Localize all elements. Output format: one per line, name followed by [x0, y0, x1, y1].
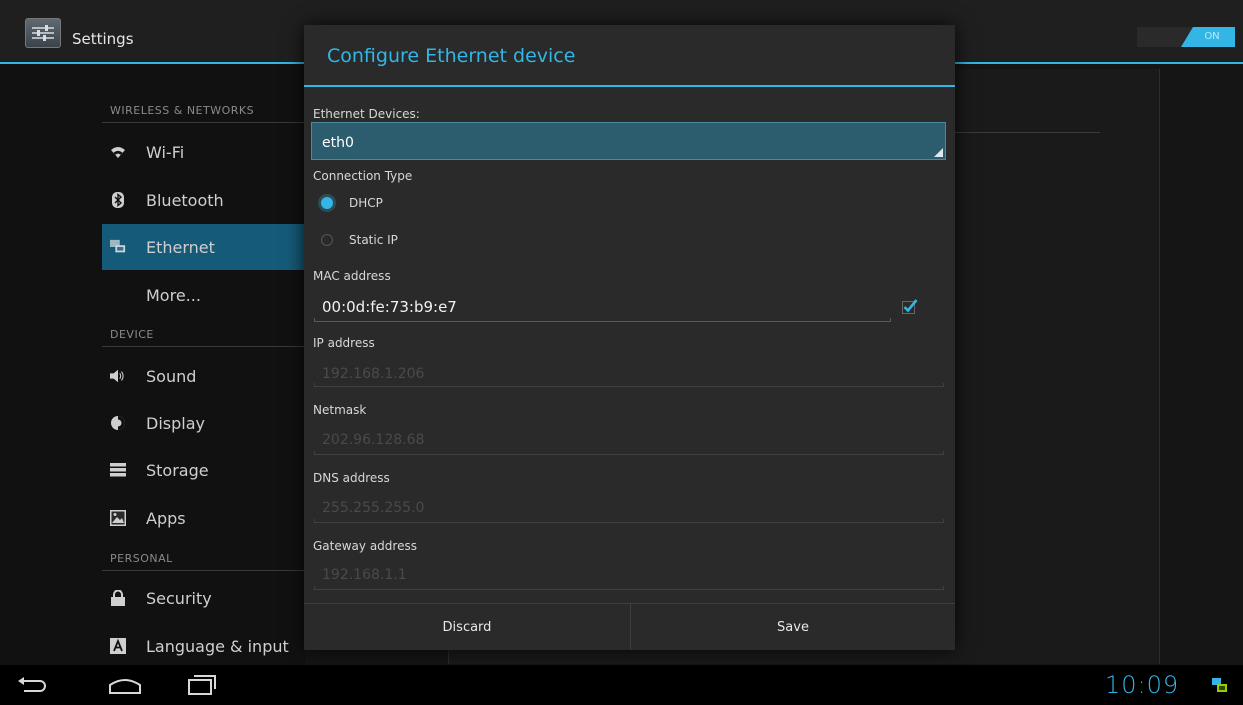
bluetooth-icon	[110, 192, 126, 208]
settings-app-icon[interactable]	[25, 18, 61, 48]
title-divider	[304, 85, 955, 87]
netmask-label: Netmask	[313, 403, 367, 417]
sidebar-item-sound[interactable]: Sound	[102, 353, 305, 399]
checkmark-icon	[902, 299, 918, 314]
apps-icon	[110, 510, 126, 526]
sliders-icon	[32, 25, 54, 41]
divider	[102, 570, 305, 571]
ethernet-device-spinner[interactable]: eth0	[311, 122, 946, 160]
clock[interactable]: 10:09	[1105, 671, 1179, 699]
sidebar-item-label: Sound	[146, 366, 197, 386]
discard-button[interactable]: Discard	[304, 604, 630, 650]
dropdown-arrow-icon	[934, 148, 943, 157]
gateway-address-input[interactable]: 192.168.1.1	[322, 567, 407, 583]
ethernet-status-icon[interactable]	[1212, 678, 1228, 698]
app-title: Settings	[72, 30, 134, 48]
recent-apps-icon	[188, 675, 216, 695]
ip-address-label: IP address	[313, 336, 375, 350]
input-underline	[314, 451, 944, 455]
settings-list: WIRELESS & NETWORKS Wi-Fi Bluetooth Ethe…	[0, 64, 305, 665]
connection-type-label: Connection Type	[313, 169, 413, 183]
ip-address-input[interactable]: 192.168.1.206	[322, 366, 424, 382]
sidebar-item-label: Display	[146, 413, 205, 433]
mac-address-input[interactable]: 00:0d:fe:73:b9:e7	[322, 298, 457, 316]
back-button[interactable]	[16, 673, 48, 701]
radio-dhcp[interactable]: DHCP	[321, 193, 383, 213]
toggle-on-label: ON	[1181, 27, 1235, 47]
sidebar-item-label: Security	[146, 588, 212, 608]
sidebar-item-wifi[interactable]: Wi-Fi	[102, 129, 305, 175]
save-button[interactable]: Save	[631, 604, 955, 650]
storage-icon	[110, 462, 126, 478]
input-underline	[314, 383, 944, 387]
mac-address-label: MAC address	[313, 269, 391, 283]
input-underline	[314, 586, 944, 590]
sidebar-item-label: Apps	[146, 508, 186, 528]
divider	[950, 132, 1100, 133]
sidebar-item-label: Ethernet	[146, 237, 215, 257]
radio-unchecked-icon	[321, 234, 333, 246]
configure-ethernet-dialog: Configure Ethernet device Ethernet Devic…	[304, 25, 955, 650]
sidebar-item-ethernet[interactable]: Ethernet	[102, 224, 305, 270]
radio-checked-icon	[321, 197, 333, 209]
sidebar-item-label: Bluetooth	[146, 190, 224, 210]
dns-address-label: DNS address	[313, 471, 390, 485]
sidebar-item-language[interactable]: Language & input	[102, 623, 305, 669]
sidebar-item-apps[interactable]: Apps	[102, 495, 305, 541]
sidebar-item-storage[interactable]: Storage	[102, 447, 305, 493]
mac-address-checkbox[interactable]	[902, 298, 918, 314]
section-header-wireless: WIRELESS & NETWORKS	[110, 104, 255, 117]
ethernet-icon	[110, 239, 126, 255]
netmask-input[interactable]: 202.96.128.68	[322, 432, 424, 448]
lock-icon	[110, 590, 126, 606]
sidebar-item-label: Wi-Fi	[146, 142, 185, 162]
radio-static-ip[interactable]: Static IP	[321, 230, 398, 250]
radio-label: Static IP	[349, 233, 398, 247]
dialog-title: Configure Ethernet device	[327, 45, 576, 67]
divider	[102, 346, 305, 347]
input-underline	[314, 519, 944, 523]
language-icon	[110, 638, 126, 654]
sidebar-item-more[interactable]: More...	[102, 272, 305, 318]
home-button[interactable]	[107, 673, 143, 701]
dialog-button-bar: Discard Save	[304, 603, 955, 650]
gateway-address-label: Gateway address	[313, 539, 417, 553]
wifi-icon	[110, 144, 126, 160]
section-header-device: DEVICE	[110, 328, 154, 341]
sidebar-item-security[interactable]: Security	[102, 575, 305, 621]
section-header-personal: PERSONAL	[110, 552, 173, 565]
home-icon	[109, 679, 141, 694]
sound-icon	[110, 368, 126, 384]
ethernet-devices-label: Ethernet Devices:	[313, 107, 420, 121]
ethernet-toggle[interactable]: ON	[1137, 27, 1235, 47]
sidebar-item-label: Storage	[146, 460, 209, 480]
sidebar-item-bluetooth[interactable]: Bluetooth	[102, 177, 305, 223]
radio-label: DHCP	[349, 196, 383, 210]
dns-address-input[interactable]: 255.255.255.0	[322, 500, 424, 516]
navigation-bar: 10:09	[0, 665, 1243, 705]
sidebar-item-label: Language & input	[146, 636, 289, 656]
display-icon	[110, 415, 126, 431]
recent-apps-button[interactable]	[185, 673, 217, 701]
back-icon	[18, 677, 46, 692]
divider	[102, 122, 305, 123]
sidebar-item-label: More...	[146, 285, 201, 305]
sidebar-item-display[interactable]: Display	[102, 400, 305, 446]
input-underline	[314, 318, 891, 322]
spinner-value: eth0	[322, 135, 354, 151]
